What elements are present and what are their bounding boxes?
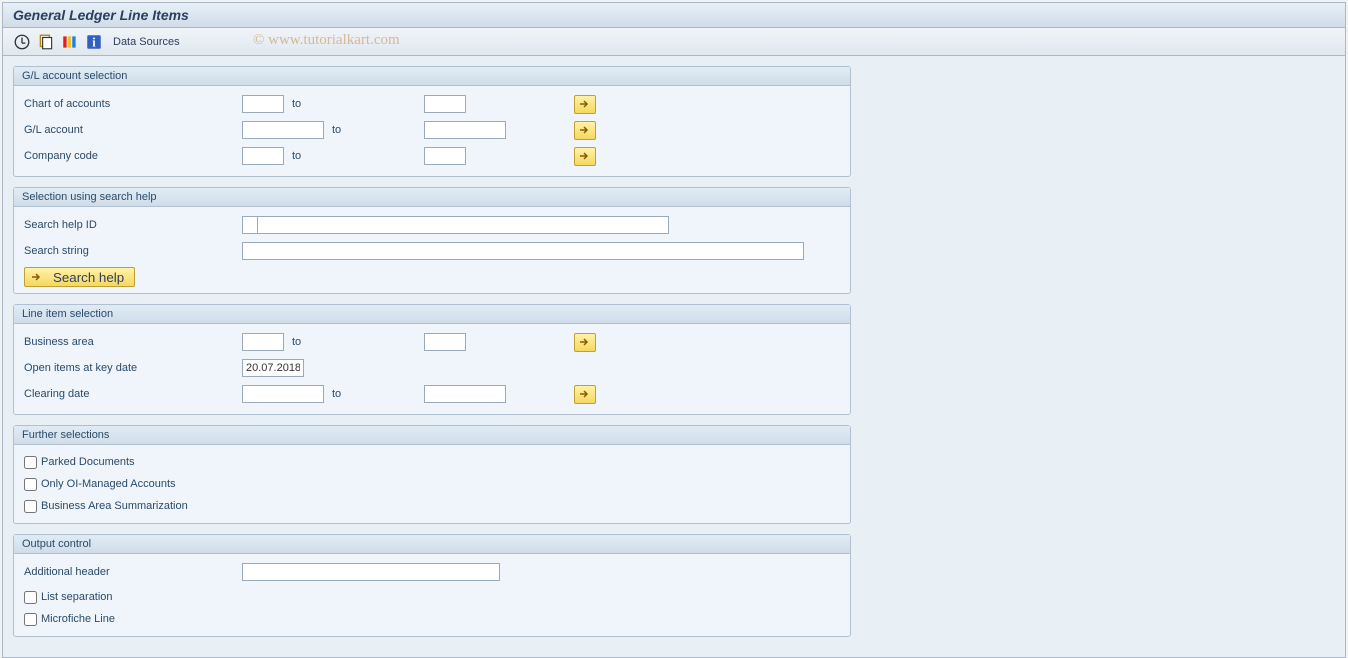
additional-header-input[interactable] bbox=[242, 563, 500, 581]
group-title: Further selections bbox=[14, 426, 850, 445]
label-list-separation[interactable]: List separation bbox=[41, 591, 113, 603]
row-list-separation: List separation bbox=[24, 586, 840, 608]
row-gl-account: G/L account to bbox=[24, 118, 840, 142]
row-open-items: Open items at key date bbox=[24, 356, 840, 380]
search-string-input[interactable] bbox=[242, 242, 804, 260]
to-label: to bbox=[284, 150, 424, 162]
row-chart-of-accounts: Chart of accounts to bbox=[24, 92, 840, 116]
toolbar: i Data Sources © www.tutorialkart.com bbox=[3, 28, 1345, 56]
label-oi-managed[interactable]: Only OI-Managed Accounts bbox=[41, 478, 176, 490]
label-clearing-date: Clearing date bbox=[24, 388, 242, 400]
company-code-from-input[interactable] bbox=[242, 147, 284, 165]
chart-of-accounts-to-input[interactable] bbox=[424, 95, 466, 113]
open-items-date-input[interactable] bbox=[242, 359, 304, 377]
clearing-date-multiselect-button[interactable] bbox=[574, 385, 596, 404]
main-window: General Ledger Line Items i Data Sources… bbox=[2, 2, 1346, 658]
group-gl-account-selection: G/L account selection Chart of accounts … bbox=[13, 66, 851, 177]
execute-icon[interactable] bbox=[13, 33, 31, 51]
list-separation-checkbox[interactable] bbox=[24, 591, 37, 604]
group-line-item-selection: Line item selection Business area to Ope… bbox=[13, 304, 851, 415]
data-sources-button[interactable]: Data Sources bbox=[113, 36, 180, 48]
group-title: Selection using search help bbox=[14, 188, 850, 207]
label-parked-documents[interactable]: Parked Documents bbox=[41, 456, 135, 468]
label-search-string: Search string bbox=[24, 245, 242, 257]
search-help-button[interactable]: Search help bbox=[24, 267, 135, 287]
row-search-help-id: Search help ID bbox=[24, 213, 840, 237]
to-label: to bbox=[284, 336, 424, 348]
svg-text:i: i bbox=[92, 35, 96, 49]
group-title: G/L account selection bbox=[14, 67, 850, 86]
group-title: Line item selection bbox=[14, 305, 850, 324]
group-search-help: Selection using search help Search help … bbox=[13, 187, 851, 294]
search-help-button-label: Search help bbox=[53, 270, 124, 285]
business-area-to-input[interactable] bbox=[424, 333, 466, 351]
row-clearing-date: Clearing date to bbox=[24, 382, 840, 406]
to-label: to bbox=[284, 98, 424, 110]
gl-account-multiselect-button[interactable] bbox=[574, 121, 596, 140]
arrow-right-icon bbox=[31, 272, 43, 282]
row-company-code: Company code to bbox=[24, 144, 840, 168]
row-additional-header: Additional header bbox=[24, 560, 840, 584]
label-search-help-id: Search help ID bbox=[24, 219, 242, 231]
parked-documents-checkbox[interactable] bbox=[24, 456, 37, 469]
variant-icon[interactable] bbox=[37, 33, 55, 51]
chart-of-accounts-multiselect-button[interactable] bbox=[574, 95, 596, 114]
label-chart-of-accounts: Chart of accounts bbox=[24, 98, 242, 110]
watermark: © www.tutorialkart.com bbox=[253, 32, 400, 49]
oi-managed-checkbox[interactable] bbox=[24, 478, 37, 491]
label-business-area: Business area bbox=[24, 336, 242, 348]
to-label: to bbox=[324, 124, 424, 136]
search-help-id-input[interactable] bbox=[242, 216, 258, 234]
content-area: G/L account selection Chart of accounts … bbox=[3, 56, 1345, 657]
clearing-date-from-input[interactable] bbox=[242, 385, 324, 403]
row-business-area: Business area to bbox=[24, 330, 840, 354]
label-open-items: Open items at key date bbox=[24, 362, 242, 374]
label-gl-account: G/L account bbox=[24, 124, 242, 136]
title-bar: General Ledger Line Items bbox=[3, 3, 1345, 28]
row-search-string: Search string bbox=[24, 239, 840, 263]
business-area-from-input[interactable] bbox=[242, 333, 284, 351]
page-title: General Ledger Line Items bbox=[13, 7, 189, 23]
row-ba-summarization: Business Area Summarization bbox=[24, 495, 840, 517]
label-microfiche[interactable]: Microfiche Line bbox=[41, 613, 115, 625]
ba-summarization-checkbox[interactable] bbox=[24, 500, 37, 513]
to-label: to bbox=[324, 388, 424, 400]
business-area-multiselect-button[interactable] bbox=[574, 333, 596, 352]
search-help-id-desc-input[interactable] bbox=[257, 216, 669, 234]
row-microfiche: Microfiche Line bbox=[24, 608, 840, 630]
label-company-code: Company code bbox=[24, 150, 242, 162]
label-additional-header: Additional header bbox=[24, 566, 242, 578]
selection-icon[interactable] bbox=[61, 33, 79, 51]
clearing-date-to-input[interactable] bbox=[424, 385, 506, 403]
group-title: Output control bbox=[14, 535, 850, 554]
microfiche-checkbox[interactable] bbox=[24, 613, 37, 626]
group-output-control: Output control Additional header List se… bbox=[13, 534, 851, 637]
label-ba-summarization[interactable]: Business Area Summarization bbox=[41, 500, 188, 512]
company-code-multiselect-button[interactable] bbox=[574, 147, 596, 166]
row-parked-documents: Parked Documents bbox=[24, 451, 840, 473]
info-icon[interactable]: i bbox=[85, 33, 103, 51]
row-oi-managed: Only OI-Managed Accounts bbox=[24, 473, 840, 495]
group-further-selections: Further selections Parked Documents Only… bbox=[13, 425, 851, 524]
gl-account-from-input[interactable] bbox=[242, 121, 324, 139]
chart-of-accounts-from-input[interactable] bbox=[242, 95, 284, 113]
gl-account-to-input[interactable] bbox=[424, 121, 506, 139]
company-code-to-input[interactable] bbox=[424, 147, 466, 165]
